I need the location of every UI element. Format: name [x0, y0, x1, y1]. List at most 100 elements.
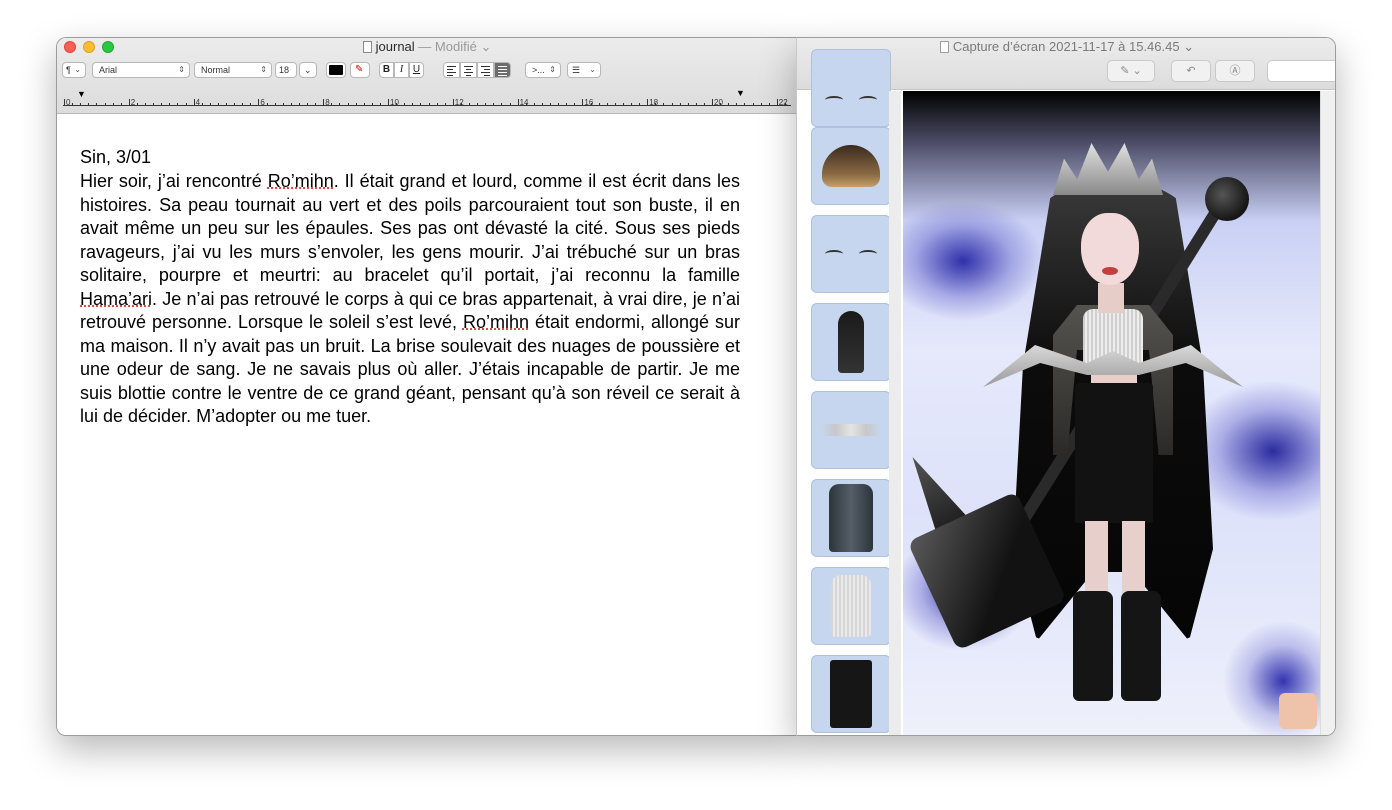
ruler-minor-tick: [574, 103, 576, 105]
paragraph-style-popup[interactable]: ¶ ⌄: [62, 62, 86, 78]
ruler-minor-tick: [566, 103, 568, 105]
align-center-button[interactable]: [460, 62, 477, 78]
avatar-shorts: [1075, 383, 1153, 523]
ruler-minor-tick: [80, 103, 82, 105]
ruler-minor-tick: [145, 103, 146, 105]
search-field[interactable]: [1267, 60, 1335, 82]
ruler-minor-tick: [768, 103, 770, 105]
ruler-minor-tick: [622, 103, 624, 105]
ruler-major-tick: [388, 99, 389, 105]
font-size-field[interactable]: 18: [275, 62, 297, 78]
ruler-minor-tick: [104, 103, 106, 105]
right-margin-marker-icon[interactable]: ▼: [736, 88, 745, 98]
chevron-down-icon: ⌄: [476, 39, 492, 54]
paragraph-style-label: ¶: [66, 65, 71, 75]
ruler-minor-tick: [590, 103, 592, 105]
image-scrollbar[interactable]: [1320, 91, 1335, 735]
ruler-minor-tick: [153, 103, 155, 105]
eyebrows-icon: [823, 94, 879, 106]
bold-button[interactable]: B: [379, 62, 394, 78]
ruler-minor-tick: [355, 103, 357, 105]
ruler-minor-tick: [331, 103, 333, 105]
ruler-minor-tick: [315, 103, 317, 105]
font-family-popup[interactable]: Arial ⇕: [92, 62, 190, 78]
list-icon: ☰: [572, 65, 581, 75]
image-file-icon: [939, 41, 949, 53]
text-color-well[interactable]: [326, 62, 346, 78]
ruler-minor-tick: [663, 103, 665, 105]
ruler-label: 16: [584, 98, 594, 107]
ruler-major-tick: [323, 99, 325, 105]
indent-marker-icon[interactable]: ▼: [77, 89, 86, 99]
ruler-major-tick: [128, 99, 130, 105]
italic-button[interactable]: I: [394, 62, 409, 78]
thumbnail-pants[interactable]: [811, 655, 891, 733]
color-swatch[interactable]: [1279, 693, 1317, 729]
ruler-minor-tick: [371, 103, 373, 105]
ruler-minor-tick: [655, 103, 657, 105]
long-hair-icon: [838, 311, 864, 373]
window-title[interactable]: journal — Modifié ⌄: [57, 39, 796, 55]
ruler-minor-tick: [606, 103, 608, 105]
preview-window: Capture d’écran 2021-11-17 à 15.46.45 ⌄ …: [796, 37, 1336, 736]
modified-label: Modifié: [434, 39, 477, 54]
avatar-boot-left: [1073, 591, 1113, 701]
ruler-minor-tick: [339, 103, 341, 105]
misspelled-word[interactable]: Ro’mihn: [268, 171, 334, 191]
typeface-label: Normal: [201, 65, 231, 75]
skull-icon: [1205, 177, 1249, 221]
horns-icon: [821, 424, 881, 436]
align-justify-button[interactable]: [494, 62, 511, 78]
misspelled-word[interactable]: Ro’mihn: [463, 312, 529, 332]
misspelled-word[interactable]: Hama’ari: [80, 289, 152, 309]
font-family-label: Arial: [99, 65, 118, 75]
ruler-minor-tick: [396, 103, 398, 105]
align-left-button[interactable]: [443, 62, 460, 78]
ruler-minor-tick: [242, 103, 244, 105]
textedit-window: journal — Modifié ⌄ ¶ ⌄ Arial ⇕ Normal ⇕ 18…: [56, 37, 796, 736]
ruler-minor-tick: [550, 103, 551, 105]
ruler-minor-tick: [736, 103, 738, 105]
document-icon: [362, 41, 372, 53]
thumbnail-horns[interactable]: [811, 391, 891, 469]
ruler-minor-tick: [307, 103, 308, 105]
thumbnail-scrollbar[interactable]: [889, 91, 901, 735]
ruler-label: 10: [390, 98, 399, 107]
ruler-minor-tick: [720, 103, 722, 105]
up-down-icon: ⇕: [260, 65, 267, 74]
ruler-minor-tick: [639, 103, 641, 105]
thumbnail-jacket[interactable]: [811, 479, 891, 557]
ruler-minor-tick: [525, 103, 527, 105]
annotate-button[interactable]: Ⓐ: [1215, 60, 1255, 82]
line-spacing-popup[interactable]: >... ⇕: [525, 62, 561, 78]
ruler-minor-tick: [226, 103, 227, 105]
align-right-button[interactable]: [477, 62, 494, 78]
typeface-popup[interactable]: Normal ⇕: [194, 62, 272, 78]
ruler-minor-tick: [404, 103, 406, 105]
ruler-baseline: [63, 105, 791, 106]
ruler-major-tick: [776, 99, 778, 105]
thumbnail-tank-top[interactable]: [811, 567, 891, 645]
title-separator: —: [414, 39, 435, 54]
pen-icon: ✎ ⌄: [1120, 65, 1142, 77]
thumbnail-eyebrows[interactable]: [811, 49, 891, 127]
thumbnail-sidebar[interactable]: [809, 49, 895, 735]
background-color-well[interactable]: ✎: [350, 62, 370, 78]
ruler-minor-tick: [88, 103, 90, 105]
document-text-area[interactable]: Sin, 3/01 Hier soir, j’ai rencontré Ro’m…: [57, 115, 796, 735]
markup-button[interactable]: ✎ ⌄: [1107, 60, 1155, 82]
ruler[interactable]: ▼ ▼ 0 2 4 6 8 10 12 14 16 18 20 22: [57, 86, 796, 114]
ruler-minor-tick: [671, 103, 673, 105]
thumbnail-hair-top[interactable]: [811, 127, 891, 205]
rotate-button[interactable]: ↶: [1171, 60, 1211, 82]
thumbnail-eyes[interactable]: [811, 215, 891, 293]
ruler-label: 6: [260, 98, 265, 107]
underline-button[interactable]: U: [409, 62, 424, 78]
ruler-minor-tick: [209, 103, 211, 105]
ruler-minor-tick: [96, 103, 98, 105]
avatar-image: [903, 91, 1320, 735]
font-size-dropdown[interactable]: ⌄: [299, 62, 317, 78]
tank-top-icon: [831, 575, 871, 637]
list-style-popup[interactable]: ☰ ⌄: [567, 62, 601, 78]
thumbnail-hair-long[interactable]: [811, 303, 891, 381]
